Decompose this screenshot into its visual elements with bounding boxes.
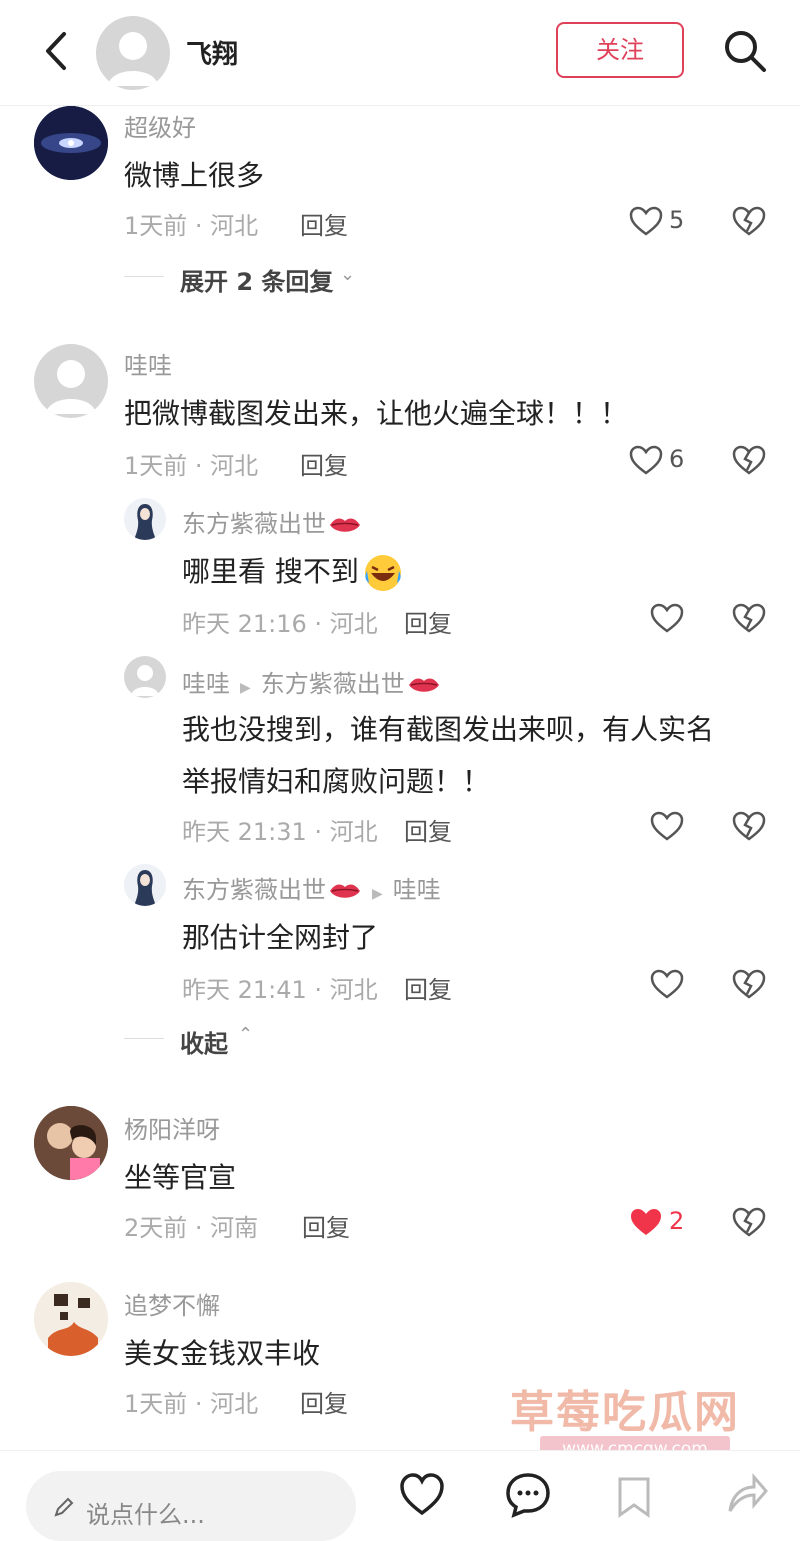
comment-username[interactable]: 哇哇 xyxy=(124,346,172,381)
expand-divider xyxy=(124,276,164,277)
collect-icon[interactable] xyxy=(610,1471,658,1519)
like-icon[interactable] xyxy=(629,445,663,475)
comment-username[interactable]: 追梦不懈 xyxy=(124,1286,220,1321)
comment-time-location: 1天前 · 河北 xyxy=(124,1390,259,1418)
reply-button[interactable]: 回复 xyxy=(404,970,452,1005)
reply-button[interactable]: 回复 xyxy=(300,446,348,481)
comment-avatar[interactable] xyxy=(34,1282,108,1356)
reply-time-location: 昨天 21:41 · 河北 xyxy=(182,976,378,1004)
comment-avatar[interactable] xyxy=(34,344,108,418)
expand-replies-button[interactable]: 展开 2 条回复 xyxy=(180,262,333,297)
comment-avatar[interactable] xyxy=(34,1106,108,1180)
reply-time-location: 昨天 21:31 · 河北 xyxy=(182,818,378,846)
top-bar: 飞翔 关注 xyxy=(0,0,800,106)
like-count: 5 xyxy=(669,206,685,234)
comment-input[interactable]: 说点什么... xyxy=(26,1471,356,1541)
reply-username[interactable]: 哇哇 ▶ 东方紫薇出世 xyxy=(182,664,441,699)
reply-button[interactable]: 回复 xyxy=(302,1208,350,1243)
comment-username[interactable]: 超级好 xyxy=(124,108,196,143)
author-avatar[interactable] xyxy=(96,16,170,90)
comment-text: 把微博截图发出来，让他火遍全球！！！ xyxy=(124,397,629,430)
back-arrow-icon[interactable] xyxy=(38,30,78,72)
bottom-bar: 说点什么... xyxy=(0,1450,800,1541)
comment-time-location: 1天前 · 河北 xyxy=(124,452,259,480)
reply-to-arrow-icon: ▶ xyxy=(372,886,383,902)
comment-time-location: 2天前 · 河南 xyxy=(124,1214,259,1242)
collapse-replies-button[interactable]: 收起 xyxy=(180,1024,228,1059)
reply-button[interactable]: 回复 xyxy=(300,1384,348,1419)
like-icon[interactable] xyxy=(650,969,684,999)
pencil-icon xyxy=(54,1497,74,1517)
reply-button[interactable]: 回复 xyxy=(404,604,452,639)
comment-avatar[interactable] xyxy=(34,106,108,180)
comment-text: 坐等官宣 xyxy=(124,1161,237,1194)
like-icon[interactable] xyxy=(650,603,684,633)
share-icon[interactable] xyxy=(722,1471,770,1519)
like-icon-filled[interactable] xyxy=(629,1207,663,1237)
like-icon[interactable] xyxy=(398,1471,446,1519)
reply-text-line1: 我也没搜到，谁有截图发出来呗，有人实名 xyxy=(182,713,715,746)
chevron-up-icon[interactable]: ⌃ xyxy=(238,1024,253,1045)
reply-avatar[interactable] xyxy=(124,498,166,540)
dislike-icon[interactable] xyxy=(732,810,766,842)
reply-time-location: 昨天 21:16 · 河北 xyxy=(182,610,378,638)
reply-avatar[interactable] xyxy=(124,656,166,698)
like-count: 6 xyxy=(669,445,685,473)
search-icon[interactable] xyxy=(722,28,768,74)
reply-text: 哪里看 搜不到 xyxy=(182,550,403,593)
dislike-icon[interactable] xyxy=(732,968,766,1000)
reply-text: 那估计全网封了 xyxy=(182,921,379,954)
author-name[interactable]: 飞翔 xyxy=(186,34,238,71)
reply-username[interactable]: 东方紫薇出世 ▶ 哇哇 xyxy=(182,870,441,905)
comment-text: 微博上很多 xyxy=(124,159,265,192)
dislike-icon[interactable] xyxy=(732,1206,766,1238)
comment-time-location: 1天前 · 河北 xyxy=(124,212,259,240)
follow-button[interactable]: 关注 xyxy=(556,22,684,78)
dislike-icon[interactable] xyxy=(732,602,766,634)
like-icon[interactable] xyxy=(650,811,684,841)
comment-bubble-icon[interactable] xyxy=(504,1471,552,1519)
comment-username[interactable]: 杨阳洋呀 xyxy=(124,1110,220,1145)
collapse-divider xyxy=(124,1038,164,1039)
lips-emoji-icon xyxy=(330,518,360,532)
reply-button[interactable]: 回复 xyxy=(404,812,452,847)
reply-username[interactable]: 东方紫薇出世 xyxy=(182,504,362,539)
like-icon[interactable] xyxy=(629,206,663,236)
comment-input-placeholder: 说点什么... xyxy=(86,1501,205,1529)
dislike-icon[interactable] xyxy=(732,444,766,476)
reply-button[interactable]: 回复 xyxy=(300,206,348,241)
reply-text-line2: 举报情妇和腐败问题！！ xyxy=(182,765,491,798)
laughing-crying-emoji-icon xyxy=(364,555,401,591)
lips-emoji-icon xyxy=(408,678,439,692)
reply-avatar[interactable] xyxy=(124,864,166,906)
chevron-down-icon[interactable]: ⌄ xyxy=(340,264,355,285)
reply-to-arrow-icon: ▶ xyxy=(240,680,251,696)
comment-text: 美女金钱双丰收 xyxy=(124,1337,321,1370)
watermark: 草莓吃瓜网 xyxy=(510,1387,740,1438)
lips-emoji-icon xyxy=(330,884,360,898)
like-count: 2 xyxy=(669,1207,685,1235)
dislike-icon[interactable] xyxy=(732,205,766,237)
